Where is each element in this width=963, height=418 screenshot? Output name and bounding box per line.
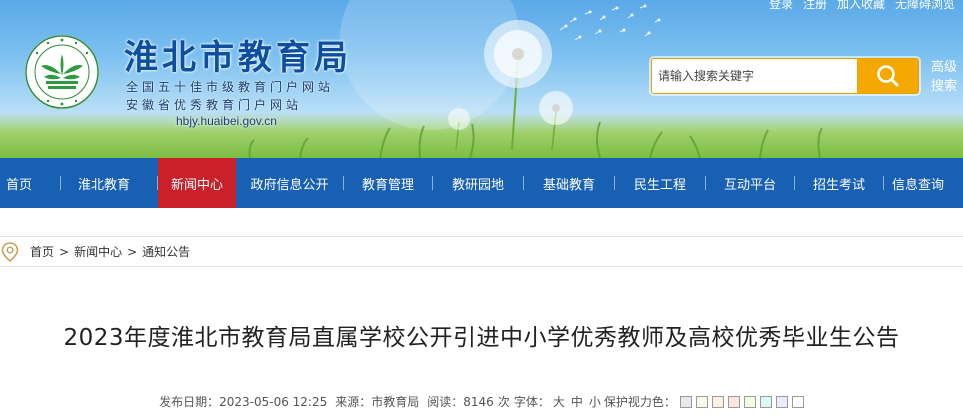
reads-count: 8146 — [463, 394, 494, 409]
source-label: 来源： — [335, 395, 372, 409]
article-meta: 发布日期： 2023-05-06 12:25 来源： 市教育局 阅读： 8146… — [0, 393, 963, 410]
location-pin-icon — [0, 241, 20, 263]
breadcrumb: 首页 > 新闻中心 > 通知公告 — [0, 236, 963, 267]
add-favorite-link[interactable]: 加入收藏 — [837, 0, 885, 12]
search-button[interactable] — [857, 59, 918, 93]
nav-item-admissions[interactable]: 招生考试 — [795, 158, 883, 208]
nav-item-interaction[interactable]: 互动平台 — [706, 158, 794, 208]
accessibility-link[interactable]: 无障碍浏览 — [895, 0, 955, 12]
eye-care-color-swatch[interactable] — [775, 396, 788, 408]
breadcrumb-separator: > — [127, 244, 138, 259]
nav-item-education-management[interactable]: 教育管理 — [344, 158, 432, 208]
nav-item-livelihood[interactable]: 民生工程 — [615, 158, 705, 208]
nav-item-huaibei-education[interactable]: 淮北教育 — [61, 158, 147, 208]
nav-item-info-query[interactable]: 信息查询 — [884, 158, 952, 208]
eye-care-label: 保护视力色： — [603, 395, 676, 409]
reads-label: 阅读： — [427, 395, 464, 409]
bureau-emblem-logo[interactable] — [24, 34, 100, 110]
site-subtitle-2: 安徽省优秀教育门户网站 — [126, 98, 303, 112]
nav-item-news-center[interactable]: 新闻中心 — [158, 158, 236, 208]
eye-care-color-swatch[interactable] — [679, 396, 692, 408]
eye-care-color-swatch[interactable] — [695, 396, 708, 408]
register-link[interactable]: 注册 — [803, 0, 827, 12]
top-links: 登录 注册 加入收藏 无障碍浏览 — [769, 0, 955, 12]
search-box — [651, 58, 919, 94]
login-link[interactable]: 登录 — [769, 0, 793, 12]
breadcrumb-home[interactable]: 首页 — [30, 243, 54, 260]
font-size-label: 字体： — [513, 395, 550, 409]
main-nav: 首页 淮北教育 新闻中心 政府信息公开 教育管理 教研园地 基础教育 民生工程 … — [0, 158, 963, 208]
publish-date-label: 发布日期： — [159, 395, 220, 409]
font-size-small-button[interactable]: 小 — [589, 393, 601, 410]
nav-item-home[interactable]: 首页 — [0, 158, 38, 208]
site-subtitle-1: 全国五十佳市级教育门户网站 — [126, 80, 335, 94]
site-name: 淮北市教育局 — [124, 38, 352, 78]
source-value: 市教育局 — [371, 395, 420, 409]
eye-care-color-swatch[interactable] — [743, 396, 756, 408]
eye-care-swatches — [676, 395, 804, 409]
advanced-search-link[interactable]: 高级搜索 — [928, 58, 960, 96]
search-input[interactable] — [658, 63, 854, 89]
breadcrumb-notices[interactable]: 通知公告 — [142, 243, 190, 260]
publish-date: 2023-05-06 12:25 — [219, 394, 328, 409]
article-title: 2023年度淮北市教育局直属学校公开引进中小学优秀教师及高校优秀毕业生公告 — [63, 325, 900, 351]
breadcrumb-separator: > — [59, 244, 70, 259]
eye-care-color-swatch[interactable] — [727, 396, 740, 408]
site-domain: hbjy.huaibei.gov.cn — [176, 114, 277, 128]
nav-item-teaching-research[interactable]: 教研园地 — [433, 158, 523, 208]
reads-unit: 次 — [497, 395, 510, 409]
header-banner: 登录 注册 加入收藏 无障碍浏览 淮北市教育局 全国五十佳市级教育门户网站 安徽… — [0, 0, 963, 158]
eye-care-color-swatch[interactable] — [711, 396, 724, 408]
search-icon — [876, 65, 898, 87]
nav-item-gov-info[interactable]: 政府信息公开 — [236, 158, 343, 208]
font-size-medium-button[interactable]: 中 — [571, 393, 583, 410]
font-size-large-button[interactable]: 大 — [553, 393, 565, 410]
eye-care-color-swatch[interactable] — [759, 396, 772, 408]
eye-care-color-swatch[interactable] — [791, 396, 804, 408]
nav-item-basic-education[interactable]: 基础教育 — [524, 158, 614, 208]
breadcrumb-news-center[interactable]: 新闻中心 — [74, 243, 122, 260]
